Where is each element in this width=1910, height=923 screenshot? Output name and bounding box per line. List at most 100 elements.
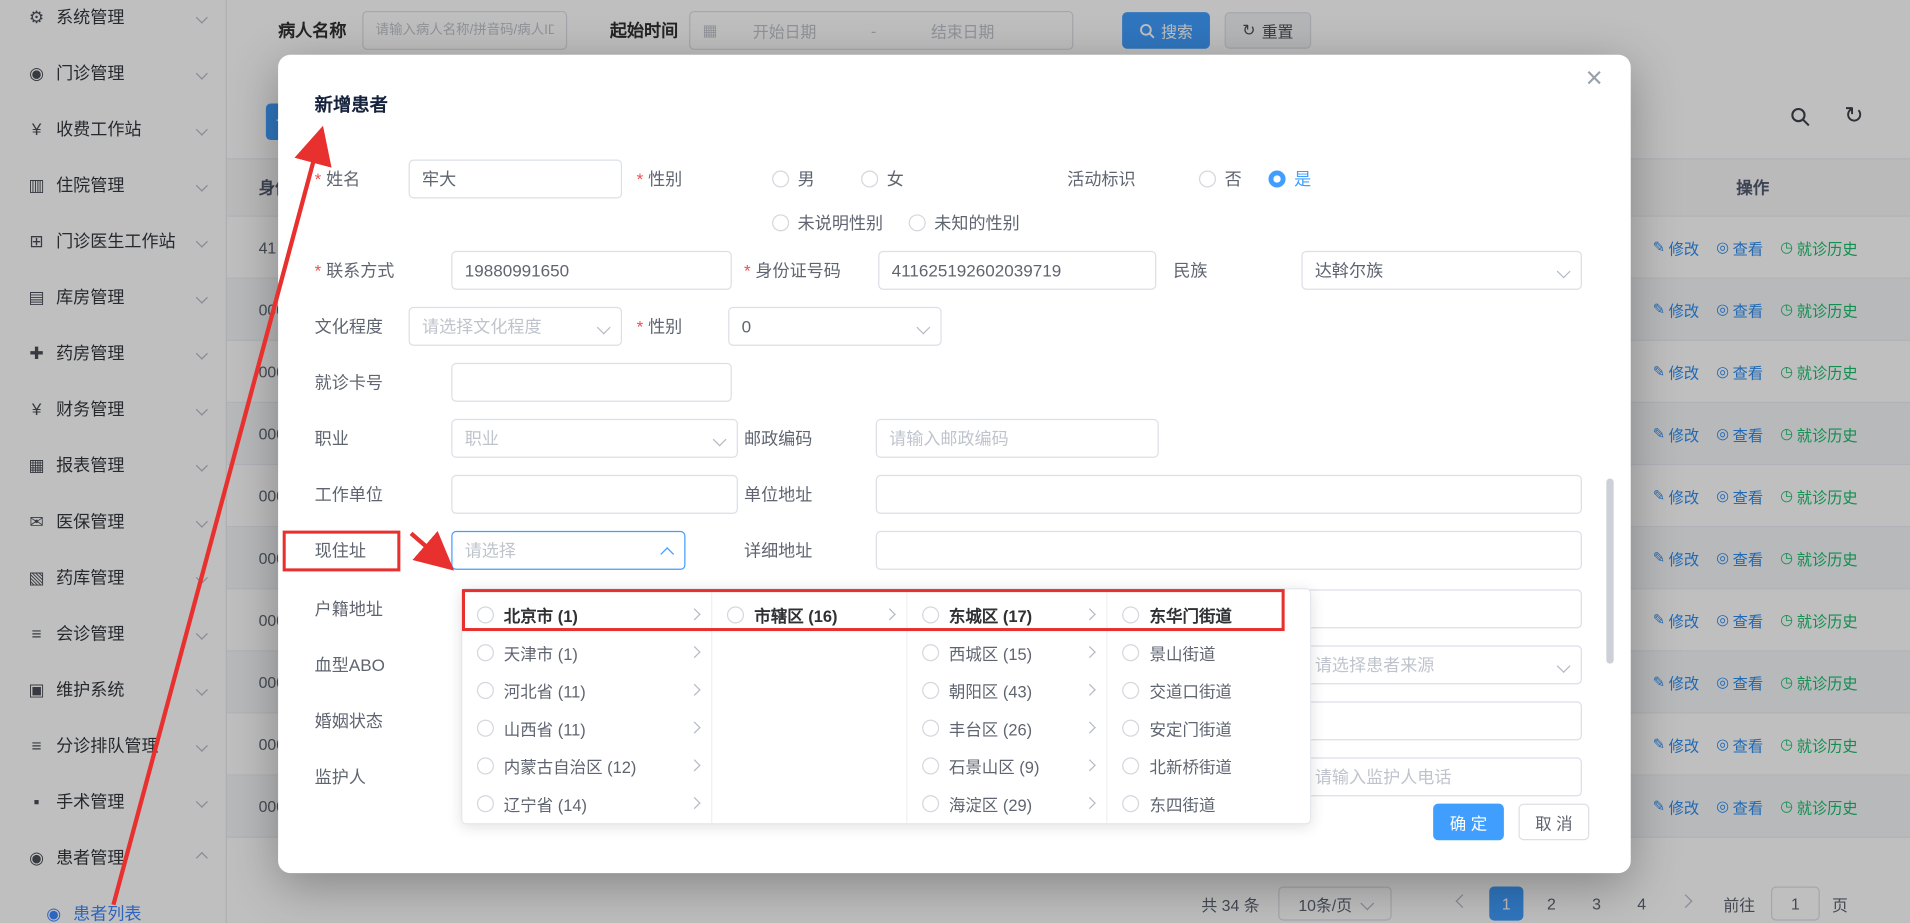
name-label: 姓名 bbox=[315, 160, 361, 199]
cascader-option-label: 石景山区 (9) bbox=[949, 753, 1079, 777]
app: ⚙系统管理 ◉门诊管理 ¥收费工作站 ▥住院管理 ⊞门诊医生工作站 ▤库房管理 … bbox=[0, 0, 1910, 923]
gender-label: 性别 bbox=[637, 160, 683, 199]
detail-address-label: 详细地址 bbox=[744, 531, 812, 570]
guardian-phone-input[interactable] bbox=[1301, 757, 1582, 796]
cascader-option-label: 内蒙古自治区 (12) bbox=[504, 753, 684, 777]
cascader-option-shanxi[interactable]: 山西省 (11) bbox=[462, 709, 711, 747]
radio-circle-icon bbox=[922, 757, 939, 774]
guardian-label: 监护人 bbox=[315, 757, 366, 796]
cascader-option-shixiaqu[interactable]: 市辖区 (16) bbox=[713, 595, 906, 633]
blood-abo-label: 血型ABO bbox=[315, 645, 385, 684]
confirm-button[interactable]: 确 定 bbox=[1433, 804, 1504, 841]
radio-circle-icon bbox=[909, 214, 926, 231]
id-card-label: 身份证号码 bbox=[744, 251, 841, 290]
screen: ⚙系统管理 ◉门诊管理 ¥收费工作站 ▥住院管理 ⊞门诊医生工作站 ▤库房管理 … bbox=[0, 0, 1910, 923]
radio-circle-icon bbox=[922, 606, 939, 623]
radio-circle-icon bbox=[772, 170, 789, 187]
cascader-option-jingshan[interactable]: 景山街道 bbox=[1108, 633, 1310, 671]
current-address-select[interactable]: 请选择 bbox=[451, 531, 685, 570]
radio-circle-icon bbox=[1123, 719, 1140, 736]
occupation-select[interactable]: 职业 bbox=[451, 419, 738, 458]
cascader-option-jiaodaokou[interactable]: 交道口街道 bbox=[1108, 671, 1310, 709]
education-select[interactable]: 请选择文化程度 bbox=[409, 307, 622, 346]
patient-source-placeholder: 请选择患者来源 bbox=[1315, 653, 1435, 677]
active-flag-radio-yes[interactable]: 是 bbox=[1268, 160, 1311, 199]
name-input[interactable] bbox=[409, 160, 622, 199]
radio-circle-icon bbox=[922, 795, 939, 812]
gender-radio-female[interactable]: 女 bbox=[861, 160, 904, 199]
radio-circle-icon bbox=[477, 681, 494, 698]
unit-address-input[interactable] bbox=[876, 475, 1582, 514]
radio-label: 是 bbox=[1294, 167, 1311, 191]
cascader-option-dongsi[interactable]: 东四街道 bbox=[1108, 784, 1310, 822]
chevron-down-icon bbox=[713, 433, 727, 447]
radio-label: 女 bbox=[887, 167, 904, 191]
cancel-button[interactable]: 取 消 bbox=[1519, 804, 1590, 841]
education-label: 文化程度 bbox=[315, 307, 383, 346]
close-icon[interactable]: × bbox=[1586, 65, 1603, 94]
cascader-option-label: 东四街道 bbox=[1150, 791, 1298, 815]
radio-label: 未说明性别 bbox=[798, 211, 883, 235]
cascader-option-donghuamen[interactable]: 东华门街道 bbox=[1108, 595, 1310, 633]
chevron-right-icon bbox=[1084, 759, 1096, 771]
cascader-option-haidian[interactable]: 海淀区 (29) bbox=[907, 784, 1106, 822]
cascader-option-beijing[interactable]: 北京市 (1) bbox=[462, 595, 711, 633]
radio-circle-icon bbox=[477, 757, 494, 774]
active-flag-radio-no[interactable]: 否 bbox=[1199, 160, 1242, 199]
chevron-down-icon bbox=[597, 321, 611, 335]
radio-circle-icon bbox=[1268, 170, 1285, 187]
radio-circle-icon bbox=[1123, 644, 1140, 661]
cascader-option-chaoyang[interactable]: 朝阳区 (43) bbox=[907, 671, 1106, 709]
occupation-placeholder: 职业 bbox=[465, 426, 499, 450]
cascader-option-label: 西城区 (15) bbox=[949, 640, 1079, 664]
gender-radio-male[interactable]: 男 bbox=[772, 160, 815, 199]
cascader-option-neimenggu[interactable]: 内蒙古自治区 (12) bbox=[462, 746, 711, 784]
gender-radio-unknown[interactable]: 未知的性别 bbox=[909, 203, 1020, 242]
chevron-right-icon bbox=[689, 646, 701, 658]
cascader-street-column: 东华门街道 景山街道 交道口街道 安定门街道 北新桥街道 东四街道 bbox=[1108, 589, 1310, 823]
chevron-right-icon bbox=[689, 608, 701, 620]
cascader-option-label: 辽宁省 (14) bbox=[504, 791, 684, 815]
chevron-right-icon bbox=[689, 722, 701, 734]
gender-code-select[interactable]: 0 bbox=[728, 307, 941, 346]
modal-title: 新增患者 bbox=[315, 91, 388, 117]
patient-source-select[interactable]: 请选择患者来源 bbox=[1301, 645, 1582, 684]
nation-label: 民族 bbox=[1173, 251, 1207, 290]
cascader-option-hebei[interactable]: 河北省 (11) bbox=[462, 671, 711, 709]
id-card-input[interactable] bbox=[878, 251, 1156, 290]
radio-circle-icon bbox=[772, 214, 789, 231]
cascader-option-beixinqiao[interactable]: 北新桥街道 bbox=[1108, 746, 1310, 784]
gender-radio-unexplained[interactable]: 未说明性别 bbox=[772, 203, 883, 242]
add-patient-modal: 新增患者 × 姓名 性别 男 女 未说明性别 未知的性别 活动标识 否 是 联系… bbox=[278, 55, 1631, 873]
marital-row-input[interactable] bbox=[1301, 701, 1582, 740]
cascader-option-xicheng[interactable]: 西城区 (15) bbox=[907, 633, 1106, 671]
cascader-option-shijingshan[interactable]: 石景山区 (9) bbox=[907, 746, 1106, 784]
cascader-option-label: 天津市 (1) bbox=[504, 640, 684, 664]
household-address-label: 户籍地址 bbox=[315, 589, 383, 628]
cascader-option-tianjin[interactable]: 天津市 (1) bbox=[462, 633, 711, 671]
gender-code-label: 性别 bbox=[637, 307, 683, 346]
chevron-down-icon bbox=[1557, 265, 1571, 279]
cascader-option-andingmen[interactable]: 安定门街道 bbox=[1108, 709, 1310, 747]
chevron-up-icon bbox=[660, 547, 674, 561]
cascader-option-fengtai[interactable]: 丰台区 (26) bbox=[907, 709, 1106, 747]
postcode-input[interactable] bbox=[876, 419, 1159, 458]
card-no-input[interactable] bbox=[451, 363, 732, 402]
contact-input[interactable] bbox=[451, 251, 732, 290]
education-placeholder: 请选择文化程度 bbox=[422, 314, 542, 338]
radio-circle-icon bbox=[477, 719, 494, 736]
work-unit-label: 工作单位 bbox=[315, 475, 383, 514]
modal-scrollbar[interactable] bbox=[1606, 479, 1613, 664]
nation-select[interactable]: 达斡尔族 bbox=[1301, 251, 1582, 290]
cascader-option-label: 山西省 (11) bbox=[504, 715, 684, 739]
active-flag-label: 活动标识 bbox=[1067, 160, 1135, 199]
cascader-option-liaoning[interactable]: 辽宁省 (14) bbox=[462, 784, 711, 822]
cascader-option-label: 东华门街道 bbox=[1150, 602, 1298, 626]
cascader-option-dongcheng[interactable]: 东城区 (17) bbox=[907, 595, 1106, 633]
chevron-right-icon bbox=[884, 608, 896, 620]
radio-circle-icon bbox=[477, 795, 494, 812]
chevron-right-icon bbox=[1084, 646, 1096, 658]
marital-label: 婚姻状态 bbox=[315, 701, 383, 740]
work-unit-input[interactable] bbox=[451, 475, 738, 514]
detail-address-input[interactable] bbox=[876, 531, 1582, 570]
